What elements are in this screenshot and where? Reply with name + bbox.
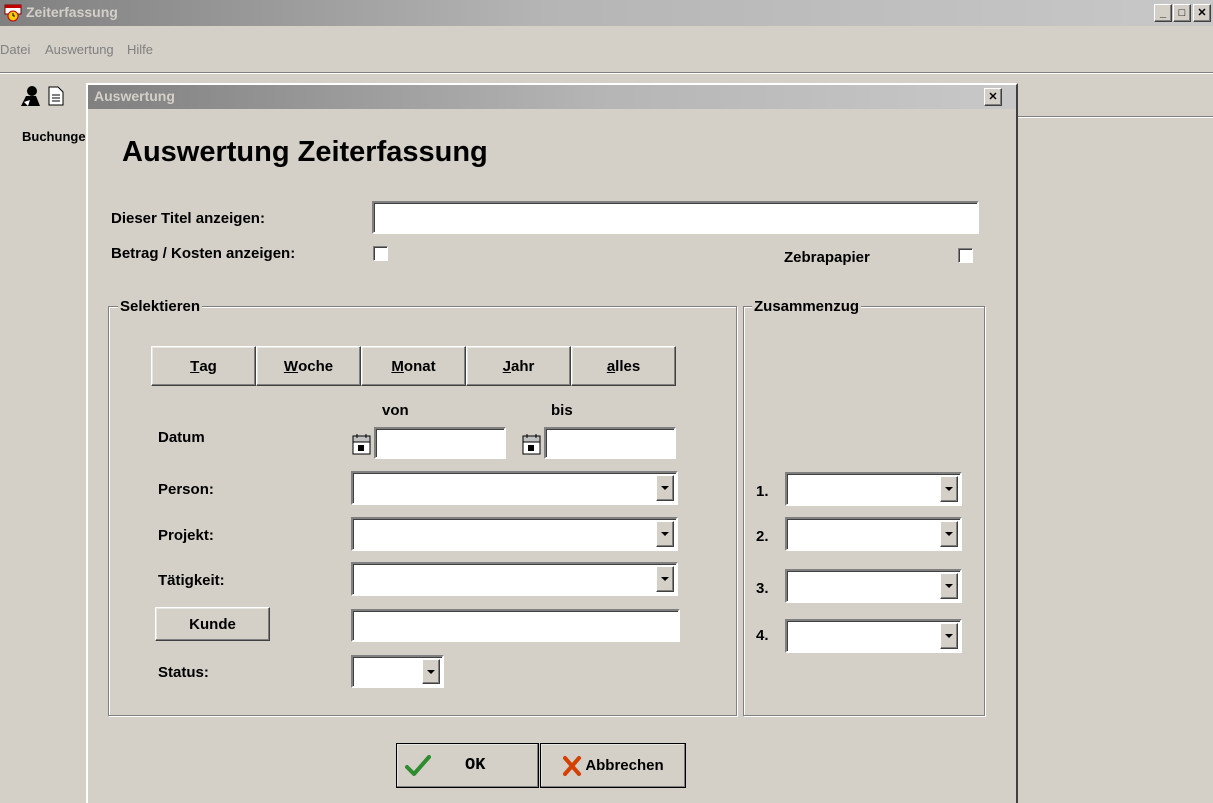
calendar-bis-icon[interactable] bbox=[522, 433, 542, 455]
status-select[interactable] bbox=[351, 655, 444, 688]
summary-number-3: 3. bbox=[756, 580, 769, 597]
chevron-down-icon[interactable] bbox=[940, 476, 958, 502]
monat-rest: onat bbox=[403, 357, 436, 375]
alles-rest: lles bbox=[615, 357, 641, 375]
window-title: Zeiterfassung bbox=[26, 4, 118, 20]
person-select[interactable] bbox=[351, 471, 678, 505]
alles-key: a bbox=[606, 357, 616, 375]
taetigkeit-label: Tätigkeit: bbox=[158, 572, 225, 589]
summary-number-4: 4. bbox=[756, 627, 769, 644]
checkmark-icon bbox=[405, 754, 431, 776]
datum-von-input[interactable] bbox=[374, 427, 506, 459]
dialog-title: Auswertung bbox=[94, 88, 175, 104]
summary-select-2[interactable] bbox=[785, 517, 962, 551]
chevron-down-icon[interactable] bbox=[422, 659, 440, 684]
maximize-button[interactable]: □ bbox=[1173, 4, 1191, 22]
monat-button[interactable]: Monat bbox=[361, 346, 466, 386]
alles-button[interactable]: a lles bbox=[571, 346, 676, 386]
projekt-label: Projekt: bbox=[158, 527, 214, 544]
summary-select-1[interactable] bbox=[785, 472, 962, 506]
betrag-checkbox[interactable] bbox=[373, 246, 388, 261]
chevron-down-icon[interactable] bbox=[940, 573, 958, 599]
summary-number-2: 2. bbox=[756, 528, 769, 545]
woche-key: W bbox=[283, 357, 299, 375]
chevron-down-icon[interactable] bbox=[940, 521, 958, 547]
tag-rest: ag bbox=[199, 357, 217, 375]
jahr-rest: ahr bbox=[511, 357, 535, 375]
cancel-x-icon bbox=[563, 755, 582, 776]
minimize-icon: _ bbox=[1159, 6, 1167, 19]
title-label: Dieser Titel anzeigen: bbox=[111, 210, 265, 227]
tag-button[interactable]: Tag bbox=[151, 346, 256, 386]
close-button[interactable]: ✕ bbox=[1193, 4, 1211, 22]
person-tool-icon[interactable] bbox=[18, 84, 42, 110]
ok-button[interactable]: OK bbox=[396, 743, 539, 788]
jahr-key: J bbox=[502, 357, 511, 375]
zusammenzug-label: Zusammenzug bbox=[752, 298, 862, 315]
taetigkeit-select[interactable] bbox=[351, 562, 678, 596]
main-title-bar[interactable]: Zeiterfassung _ □ ✕ bbox=[0, 0, 1213, 26]
zebra-checkbox[interactable] bbox=[958, 248, 973, 263]
summary-select-3[interactable] bbox=[785, 569, 962, 603]
summary-number-1: 1. bbox=[756, 483, 769, 500]
cancel-label: Abbrechen bbox=[585, 757, 664, 774]
background-tab-label: Buchungen bbox=[22, 129, 86, 144]
ok-label: OK bbox=[465, 756, 486, 775]
close-icon: ✕ bbox=[1197, 6, 1207, 19]
cancel-button[interactable]: Abbrechen bbox=[540, 743, 686, 788]
toolbar-bottom-line-highlight bbox=[1018, 117, 1213, 118]
bis-label: bis bbox=[551, 402, 573, 419]
monat-key: M bbox=[391, 357, 404, 375]
von-label: von bbox=[382, 402, 409, 419]
woche-button[interactable]: Woche bbox=[256, 346, 361, 386]
maximize-icon: □ bbox=[1178, 6, 1186, 19]
kunde-input[interactable] bbox=[351, 609, 680, 642]
close-icon: ✕ bbox=[988, 90, 998, 103]
person-label: Person: bbox=[158, 481, 214, 498]
chevron-down-icon[interactable] bbox=[656, 566, 674, 592]
menu-datei[interactable]: Datei bbox=[0, 42, 30, 57]
menu-auswertung[interactable]: Auswertung bbox=[45, 42, 114, 57]
zusammenzug-group bbox=[743, 306, 985, 716]
zebra-label: Zebrapapier bbox=[784, 249, 870, 266]
betrag-label: Betrag / Kosten anzeigen: bbox=[111, 245, 296, 262]
tag-key: T bbox=[190, 357, 200, 375]
dialog-title-bar[interactable]: Auswertung ✕ bbox=[88, 85, 1016, 109]
dialog-close-button[interactable]: ✕ bbox=[984, 88, 1002, 106]
status-label: Status: bbox=[158, 664, 209, 681]
menu-hilfe[interactable]: Hilfe bbox=[127, 42, 153, 57]
minimize-button[interactable]: _ bbox=[1154, 4, 1172, 22]
selektieren-label: Selektieren bbox=[118, 298, 203, 315]
clock-calendar-icon bbox=[4, 4, 22, 22]
dialog-heading: Auswertung Zeiterfassung bbox=[122, 136, 488, 168]
toolbar-separator-highlight bbox=[0, 73, 1213, 74]
datum-bis-input[interactable] bbox=[544, 427, 676, 459]
woche-rest: oche bbox=[298, 357, 334, 375]
jahr-button[interactable]: Jahr bbox=[466, 346, 571, 386]
chevron-down-icon[interactable] bbox=[656, 521, 674, 547]
projekt-select[interactable] bbox=[351, 517, 678, 551]
menu-bar: Datei Auswertung Hilfe bbox=[0, 42, 1213, 62]
chevron-down-icon[interactable] bbox=[940, 623, 958, 649]
summary-select-4[interactable] bbox=[785, 619, 962, 653]
datum-label: Datum bbox=[158, 429, 205, 446]
calendar-von-icon[interactable] bbox=[352, 433, 372, 455]
kunde-button[interactable]: Kunde bbox=[155, 607, 270, 641]
document-tool-icon[interactable] bbox=[48, 86, 64, 106]
title-input[interactable] bbox=[372, 201, 979, 234]
chevron-down-icon[interactable] bbox=[656, 475, 674, 501]
